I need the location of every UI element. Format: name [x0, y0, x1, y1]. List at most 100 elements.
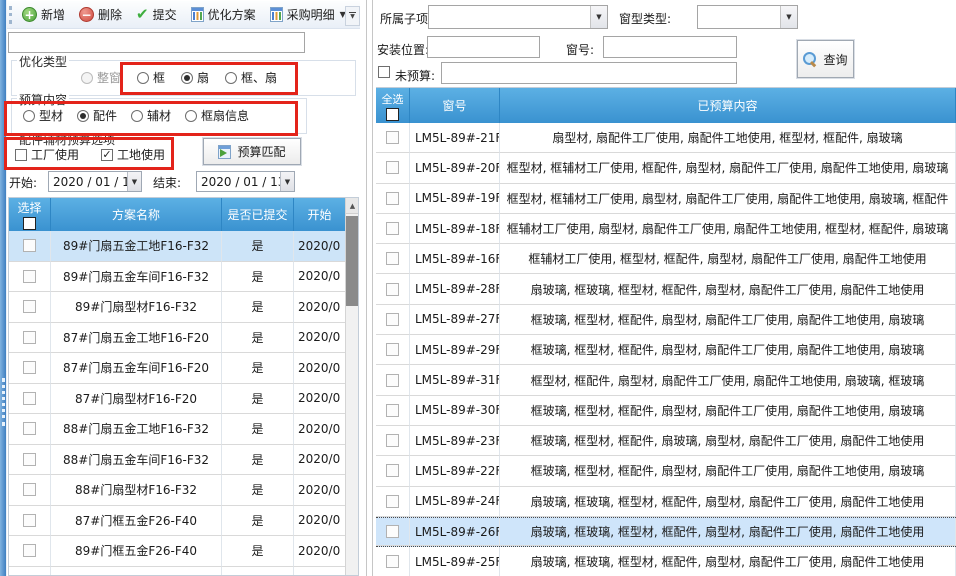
window-table-row[interactable]: LM5L-89#-29F27框玻璃, 框型材, 框配件, 扇型材, 扇配件工厂使…: [376, 335, 956, 365]
scroll-up-icon[interactable]: ▲: [346, 198, 359, 214]
opt-type-option[interactable]: 框: [137, 69, 165, 86]
no-budget-input[interactable]: [441, 62, 737, 84]
row-checkbox[interactable]: [386, 283, 399, 296]
toolbar-button-2[interactable]: −删除: [74, 4, 127, 25]
row-checkbox[interactable]: [386, 404, 399, 417]
end-date-picker[interactable]: 2020 / 01 / 13 ▼: [196, 171, 295, 192]
plan-table-row[interactable]: 88#门扇五金车间F16-F32是2020/0: [9, 445, 346, 476]
window-header-winno[interactable]: 窗号: [410, 88, 500, 123]
toolbar-button-4[interactable]: 优化方案: [186, 4, 261, 25]
row-checkbox[interactable]: [386, 374, 399, 387]
plan-table-row[interactable]: 88#门框五金F21-F40是2020/0: [9, 567, 346, 576]
budget-match-label: 预算匹配: [237, 143, 285, 160]
window-table-row[interactable]: LM5L-89#-31F29框型材, 框配件, 扇型材, 扇配件工厂使用, 扇配…: [376, 365, 956, 395]
row-checkbox[interactable]: [386, 555, 399, 568]
plan-header-submitted[interactable]: 是否已提交: [222, 198, 294, 231]
win-type-dropdown-icon[interactable]: ▼: [780, 6, 797, 28]
window-table-row[interactable]: LM5L-89#-24F22扇玻璃, 框玻璃, 框型材, 框配件, 扇型材, 扇…: [376, 487, 956, 517]
row-checkbox[interactable]: [23, 239, 36, 252]
usage-checkbox-option[interactable]: 工厂使用: [15, 146, 79, 163]
row-checkbox[interactable]: [386, 525, 399, 538]
install-pos-input[interactable]: [427, 36, 540, 58]
budgeted-content-cell: 扇玻璃, 框玻璃, 框型材, 框配件, 扇型材, 扇配件工厂使用, 扇配件工地使…: [500, 518, 956, 546]
end-date-dropdown-icon[interactable]: ▼: [280, 172, 294, 191]
plan-table-row[interactable]: 88#门扇型材F16-F32是2020/0: [9, 475, 346, 506]
row-checkbox[interactable]: [23, 514, 36, 527]
opt-type-option[interactable]: 框、扇: [225, 69, 277, 86]
toolbar-button-3[interactable]: ✔提交: [131, 4, 182, 25]
row-checkbox[interactable]: [23, 331, 36, 344]
row-checkbox[interactable]: [386, 252, 399, 265]
toolbar-overflow-button[interactable]: ▼: [345, 6, 360, 26]
plan-name-cell: 87#门扇五金车间F16-F20: [51, 353, 222, 384]
window-table-row[interactable]: LM5L-89#-26F24扇玻璃, 框玻璃, 框型材, 框配件, 扇型材, 扇…: [376, 517, 956, 547]
plan-submitted-cell: 是: [222, 384, 294, 415]
sub-item-combobox[interactable]: ▼: [428, 5, 608, 29]
toolbar-button-5[interactable]: 采购明细▼: [265, 4, 351, 25]
window-table-row[interactable]: LM5L-89#-18F16框辅材工厂使用, 扇型材, 扇配件工厂使用, 扇配件…: [376, 214, 956, 244]
plan-table-row[interactable]: 87#门框五金F26-F40是2020/0: [9, 506, 346, 537]
row-checkbox[interactable]: [23, 392, 36, 405]
row-checkbox[interactable]: [23, 300, 36, 313]
window-table-row[interactable]: LM5L-89#-20F18框型材, 框辅材工厂使用, 框配件, 扇型材, 扇配…: [376, 153, 956, 183]
opt-type-option[interactable]: 扇: [181, 69, 209, 86]
no-budget-checkbox[interactable]: [378, 66, 390, 78]
row-checkbox[interactable]: [23, 453, 36, 466]
budget-option[interactable]: 框扇信息: [185, 107, 249, 124]
row-checkbox[interactable]: [386, 464, 399, 477]
window-table-row[interactable]: LM5L-89#-21F19扇型材, 扇配件工厂使用, 扇配件工地使用, 框型材…: [376, 123, 956, 153]
budget-match-button[interactable]: 预算匹配: [203, 138, 301, 165]
plan-filter-input[interactable]: [8, 32, 305, 53]
row-checkbox[interactable]: [386, 313, 399, 326]
start-date-dropdown-icon[interactable]: ▼: [127, 172, 141, 191]
plan-header-name[interactable]: 方案名称: [51, 198, 222, 231]
query-button[interactable]: 查询: [797, 40, 854, 78]
row-checkbox[interactable]: [386, 343, 399, 356]
row-checkbox[interactable]: [386, 434, 399, 447]
window-table-row[interactable]: LM5L-89#-30F28框玻璃, 框型材, 框配件, 扇型材, 扇配件工厂使…: [376, 396, 956, 426]
opt-type-option[interactable]: 整窗: [81, 69, 121, 86]
scrollbar-thumb[interactable]: [346, 216, 358, 306]
start-date-picker[interactable]: 2020 / 01 / 1 ▼: [48, 171, 142, 192]
plan-table-row[interactable]: 89#门扇型材F16-F32是2020/0: [9, 292, 346, 323]
window-table-row[interactable]: LM5L-89#-25F23扇玻璃, 框玻璃, 框型材, 框配件, 扇型材, 扇…: [376, 547, 956, 576]
row-checkbox[interactable]: [23, 270, 36, 283]
plan-table-row[interactable]: 89#门扇五金工地F16-F32是2020/0: [9, 231, 346, 262]
row-checkbox[interactable]: [23, 361, 36, 374]
window-table-row[interactable]: LM5L-89#-16F15框辅材工厂使用, 框型材, 框配件, 扇型材, 扇配…: [376, 244, 956, 274]
budget-option[interactable]: 型材: [23, 107, 63, 124]
plan-table-row[interactable]: 87#门扇五金车间F16-F20是2020/0: [9, 353, 346, 384]
win-type-combobox[interactable]: ▼: [697, 5, 798, 29]
window-table-row[interactable]: LM5L-89#-23F21框玻璃, 框型材, 框配件, 扇玻璃, 扇型材, 扇…: [376, 426, 956, 456]
window-header-content[interactable]: 已预算内容: [500, 88, 956, 123]
plan-table-row[interactable]: 87#门扇五金工地F16-F20是2020/0: [9, 323, 346, 354]
row-checkbox[interactable]: [386, 495, 399, 508]
plan-header-start[interactable]: 开始: [294, 198, 346, 231]
plan-table-row[interactable]: 88#门扇五金工地F16-F32是2020/0: [9, 414, 346, 445]
row-checkbox[interactable]: [386, 192, 399, 205]
budget-option[interactable]: 辅材: [131, 107, 171, 124]
row-checkbox[interactable]: [23, 422, 36, 435]
row-checkbox[interactable]: [386, 161, 399, 174]
plan-table-row[interactable]: 89#门框五金F26-F40是2020/0: [9, 536, 346, 567]
plan-table-scrollbar[interactable]: ▲: [345, 198, 358, 575]
window-table-row[interactable]: LM5L-89#-28F26扇玻璃, 框玻璃, 框型材, 框配件, 扇型材, 扇…: [376, 274, 956, 304]
toolbar-button-1[interactable]: +新增: [17, 4, 70, 25]
plan-table-row[interactable]: 87#门扇型材F16-F20是2020/0: [9, 384, 346, 415]
budget-option[interactable]: 配件: [77, 107, 117, 124]
sub-item-label: 所属子项:: [380, 10, 432, 27]
row-checkbox[interactable]: [23, 483, 36, 496]
plan-table-row[interactable]: 89#门扇五金车间F16-F32是2020/0: [9, 262, 346, 293]
window-table-row[interactable]: LM5L-89#-27F25框玻璃, 框型材, 框配件, 扇型材, 扇配件工厂使…: [376, 305, 956, 335]
usage-checkbox-option[interactable]: 工地使用: [101, 146, 165, 163]
window-table-row[interactable]: LM5L-89#-19F17框型材, 框辅材工厂使用, 扇型材, 扇配件工厂使用…: [376, 184, 956, 214]
select-all-plans-checkbox[interactable]: [23, 217, 36, 230]
window-table-row[interactable]: LM5L-89#-22F20框玻璃, 框型材, 框配件, 扇型材, 扇配件工厂使…: [376, 456, 956, 486]
select-all-windows-checkbox[interactable]: [386, 108, 399, 121]
sub-item-dropdown-icon[interactable]: ▼: [590, 6, 607, 28]
row-checkbox[interactable]: [386, 131, 399, 144]
win-no-input[interactable]: [603, 36, 737, 58]
collapsed-splitter-bar[interactable]: [0, 0, 7, 576]
row-checkbox[interactable]: [23, 544, 36, 557]
row-checkbox[interactable]: [386, 222, 399, 235]
